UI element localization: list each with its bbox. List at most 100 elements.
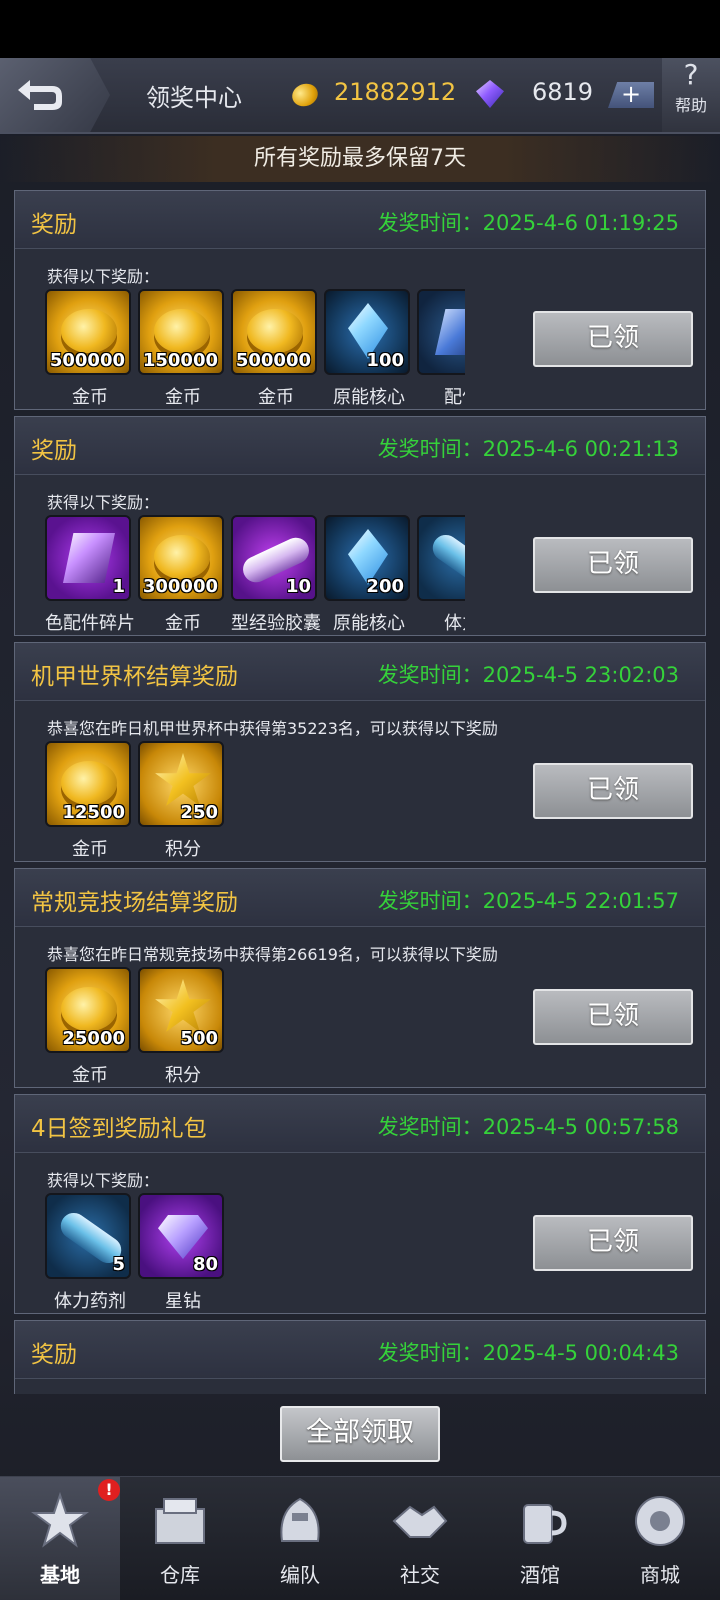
item-quantity: 300000 <box>142 576 218 597</box>
reward-card-header: 奖励 发奖时间：2025-4-6 01:19:25 <box>15 191 705 249</box>
reward-item[interactable]: 150000 金币 <box>138 289 226 409</box>
reward-time: 发奖时间：2025-4-6 00:21:13 <box>377 437 679 461</box>
bottom-nav: 基地! 仓库 编队 社交 酒馆 商城 <box>0 1476 720 1600</box>
reward-item[interactable]: 体力 <box>417 515 465 635</box>
gem-balance: 6819 <box>532 78 594 106</box>
reward-time: 发奖时间：2025-4-6 01:19:25 <box>377 211 679 235</box>
reward-item[interactable]: 500000 金币 <box>231 289 319 409</box>
retention-notice: 所有奖励最多保留7天 <box>0 136 720 182</box>
item-name: 金币 <box>165 613 201 634</box>
warehouse-icon <box>155 1498 205 1544</box>
reward-card: 机甲世界杯结算奖励 发奖时间：2025-4-5 23:02:03 恭喜您在昨日机甲世… <box>14 642 706 862</box>
reward-description: 获得以下奖励： <box>47 1171 160 1190</box>
gold-icon: 12500 <box>45 741 131 827</box>
item-quantity: 80 <box>192 1254 218 1275</box>
reward-description: 恭喜您在昨日常规竞技场中获得第26619名，可以获得以下奖励 <box>47 945 498 964</box>
item-name: 型经验胶囊 <box>231 613 321 634</box>
nav-item-shop[interactable]: 商城 <box>600 1477 720 1600</box>
gold-icon: 500000 <box>231 289 317 375</box>
reward-title: 常规竞技场结算奖励 <box>31 890 238 916</box>
reward-items: 25000 金币 500 积分 <box>45 967 465 1089</box>
nav-item-base[interactable]: 基地! <box>0 1477 120 1600</box>
alert-badge: ! <box>98 1479 120 1501</box>
claimed-button[interactable]: 已领 <box>533 1215 693 1271</box>
reward-card: 常规竞技场结算奖励 发奖时间：2025-4-5 22:01:57 恭喜您在昨日常规竞… <box>14 868 706 1088</box>
reward-time: 发奖时间：2025-4-5 23:02:03 <box>377 663 679 687</box>
reward-title: 奖励 <box>31 212 77 238</box>
nav-item-warehouse[interactable]: 仓库 <box>120 1477 240 1600</box>
item-name: 原能核心 <box>333 387 405 408</box>
reward-item[interactable]: 80 星钻 <box>138 1193 226 1313</box>
reward-card: 4日签到奖励礼包 发奖时间：2025-4-5 00:57:58 获得以下奖励： 5 体力… <box>14 1094 706 1314</box>
help-icon: ? <box>683 58 699 91</box>
gold-coin-icon <box>289 80 321 110</box>
item-quantity: 1 <box>112 576 125 597</box>
add-gems-button[interactable]: + <box>608 82 654 108</box>
item-quantity: 500000 <box>235 350 311 371</box>
reward-item[interactable]: 300000 金币 <box>138 515 226 635</box>
gem-icon <box>476 80 504 108</box>
reward-item[interactable]: 配件 <box>417 289 465 409</box>
base-icon <box>31 1491 89 1548</box>
gold-icon: 25000 <box>45 967 131 1053</box>
claimed-button[interactable]: 已领 <box>533 989 693 1045</box>
reward-title: 奖励 <box>31 438 77 464</box>
reward-item[interactable]: 1 色配件碎片 <box>45 515 135 635</box>
status-bar <box>0 0 720 58</box>
help-button[interactable]: ? 帮助 <box>662 58 720 132</box>
tavern-icon <box>523 1504 567 1544</box>
reward-item[interactable]: 25000 金币 <box>45 967 133 1087</box>
reward-item[interactable]: 250 积分 <box>138 741 226 861</box>
item-name: 金币 <box>258 387 294 408</box>
reward-time: 发奖时间：2025-4-5 22:01:57 <box>377 889 679 913</box>
back-button[interactable] <box>0 58 110 132</box>
item-name: 原能核心 <box>333 613 405 634</box>
item-name: 金币 <box>72 387 108 408</box>
formation-icon <box>280 1497 320 1542</box>
item-name: 体力 <box>444 613 465 634</box>
reward-item[interactable]: 500000 金币 <box>45 289 133 409</box>
item-name: 积分 <box>165 1065 201 1086</box>
part-purple-icon: 1 <box>45 515 131 601</box>
gold-icon: 300000 <box>138 515 224 601</box>
item-quantity: 500000 <box>49 350 125 371</box>
reward-card-header: 4日签到奖励礼包 发奖时间：2025-4-5 00:57:58 <box>15 1095 705 1153</box>
nav-label: 仓库 <box>160 1563 200 1587</box>
claimed-button[interactable]: 已领 <box>533 763 693 819</box>
nav-label: 酒馆 <box>520 1563 560 1587</box>
reward-item[interactable]: 200 原能核心 <box>324 515 412 635</box>
stamina-icon <box>417 515 465 601</box>
reward-items: 12500 金币 250 积分 <box>45 741 465 863</box>
reward-item[interactable]: 100 原能核心 <box>324 289 412 409</box>
reward-item[interactable]: 10 型经验胶囊 <box>231 515 321 635</box>
reward-card: 奖励 发奖时间：2025-4-5 00:04:43 <box>14 1320 706 1394</box>
item-name: 星钻 <box>165 1291 201 1312</box>
nav-label: 基地 <box>40 1563 80 1587</box>
stamina-icon: 5 <box>45 1193 131 1279</box>
stardiamond-icon: 80 <box>138 1193 224 1279</box>
shop-icon <box>635 1496 685 1546</box>
claim-all-button[interactable]: 全部领取 <box>280 1406 440 1462</box>
reward-card-header: 常规竞技场结算奖励 发奖时间：2025-4-5 22:01:57 <box>15 869 705 927</box>
reward-item[interactable]: 5 体力药剂 <box>45 1193 133 1313</box>
reward-title: 奖励 <box>31 1342 77 1368</box>
nav-item-formation[interactable]: 编队 <box>240 1477 360 1600</box>
back-arrow-icon <box>18 80 62 110</box>
star-icon: 250 <box>138 741 224 827</box>
social-icon <box>392 1505 448 1538</box>
nav-item-social[interactable]: 社交 <box>360 1477 480 1600</box>
reward-item[interactable]: 12500 金币 <box>45 741 133 861</box>
item-quantity: 5 <box>112 1254 125 1275</box>
capsule-icon: 10 <box>231 515 317 601</box>
reward-card: 奖励 发奖时间：2025-4-6 01:19:25 获得以下奖励： 500000 金币 1… <box>14 190 706 410</box>
reward-item[interactable]: 500 积分 <box>138 967 226 1087</box>
claimed-button[interactable]: 已领 <box>533 311 693 367</box>
reward-card: 奖励 发奖时间：2025-4-6 00:21:13 获得以下奖励： 1 色配件碎片 300… <box>14 416 706 636</box>
nav-item-tavern[interactable]: 酒馆 <box>480 1477 600 1600</box>
item-name: 色配件碎片 <box>45 613 135 634</box>
reward-description: 恭喜您在昨日机甲世界杯中获得第35223名，可以获得以下奖励 <box>47 719 498 738</box>
claimed-button[interactable]: 已领 <box>533 537 693 593</box>
reward-list[interactable]: 奖励 发奖时间：2025-4-6 01:19:25 获得以下奖励： 500000 金币 1… <box>14 190 706 1394</box>
reward-card-header: 奖励 发奖时间：2025-4-5 00:04:43 <box>15 1321 705 1379</box>
item-name: 金币 <box>165 387 201 408</box>
